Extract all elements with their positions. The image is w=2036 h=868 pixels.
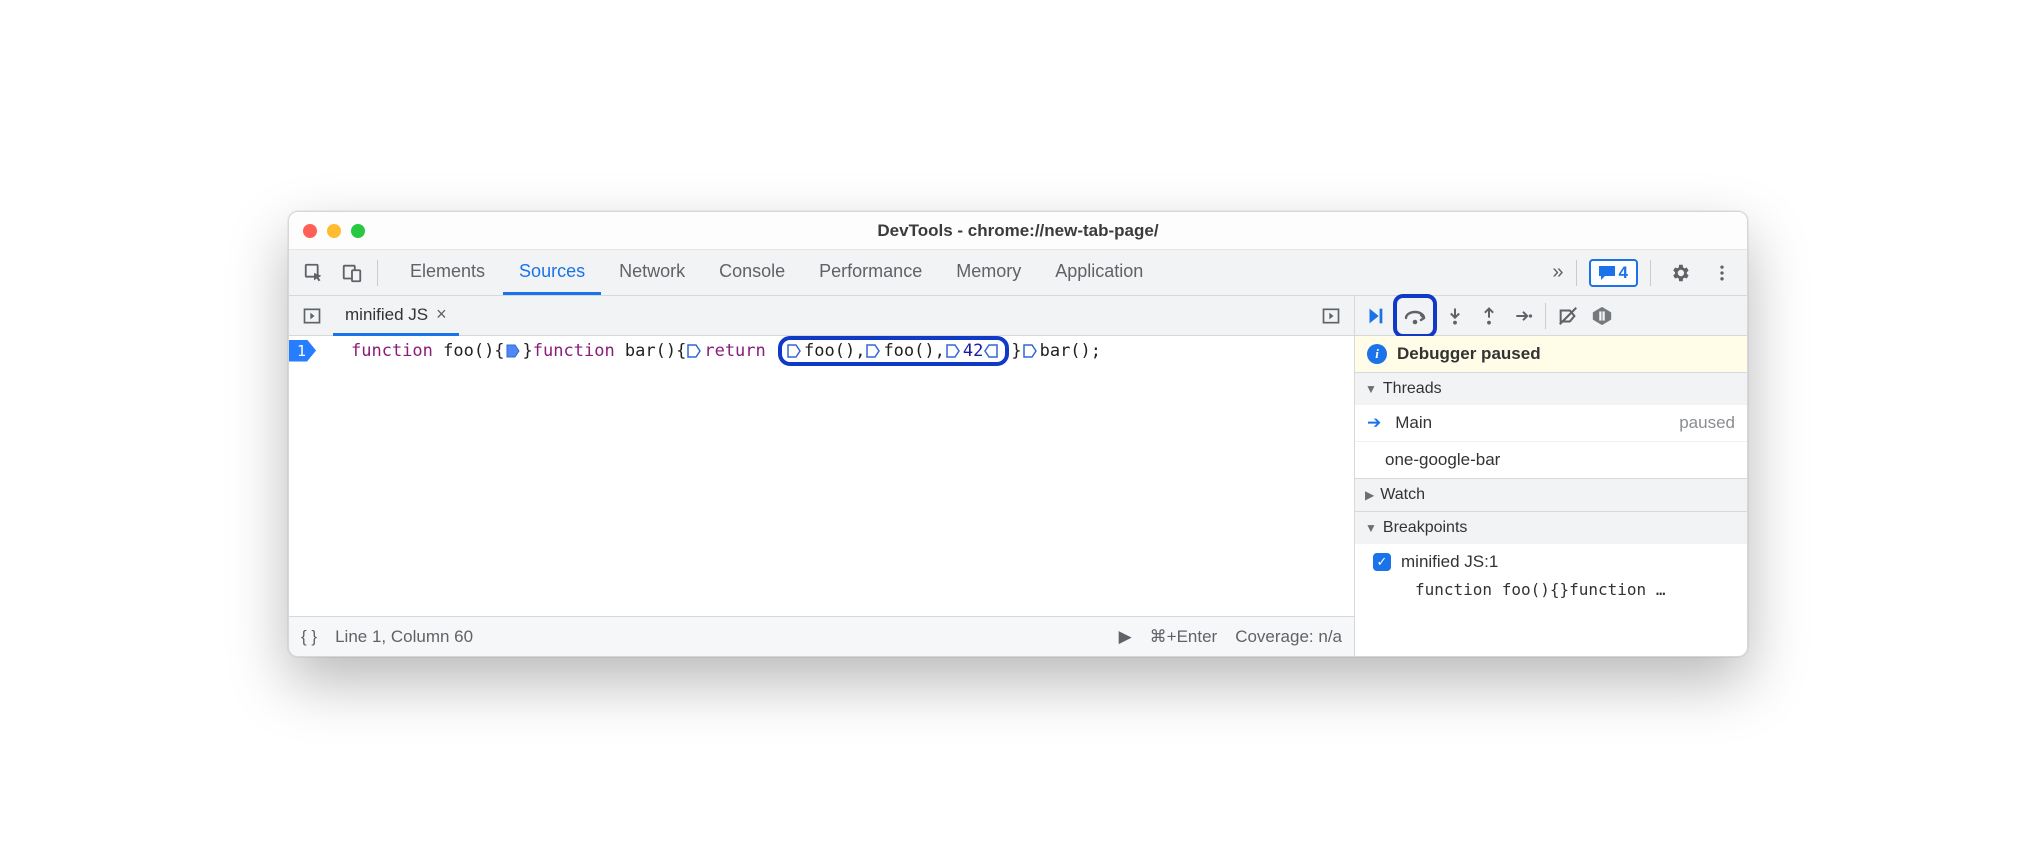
step-marker-end-icon — [983, 343, 999, 359]
debugger-toggle-icon[interactable] — [1314, 299, 1348, 333]
line-number-row: 1 — [289, 337, 316, 364]
step-into-button[interactable] — [1439, 300, 1471, 332]
banner-text: Debugger paused — [1397, 344, 1541, 364]
code-text: foo(), — [804, 341, 865, 361]
step-marker-icon — [1022, 343, 1038, 359]
step-marker-icon — [945, 343, 961, 359]
thread-label: one-google-bar — [1385, 450, 1500, 470]
keyword-function: function — [533, 341, 615, 361]
disclosure-triangle-icon: ▼ — [1365, 521, 1377, 535]
disclosure-triangle-icon: ▶ — [1365, 488, 1374, 502]
step-targets-highlight: foo(), foo(), 42 — [778, 336, 1009, 366]
close-tab-icon[interactable]: × — [436, 304, 447, 325]
devtools-window: DevTools - chrome://new-tab-page/ Elemen… — [288, 211, 1748, 657]
tab-application[interactable]: Application — [1039, 251, 1159, 295]
section-label: Threads — [1383, 380, 1442, 398]
file-tab-label: minified JS — [345, 305, 428, 325]
coverage-status[interactable]: Coverage: n/a — [1235, 627, 1342, 647]
more-tabs-button[interactable]: » — [1552, 261, 1563, 284]
code-text: } — [523, 341, 533, 361]
navigator-toggle-icon[interactable] — [295, 299, 329, 333]
shortcut-hint: ⌘+Enter — [1150, 627, 1218, 647]
issues-count: 4 — [1619, 263, 1628, 283]
toolbar-divider — [1545, 303, 1546, 329]
pause-on-exceptions-button[interactable] — [1586, 300, 1618, 332]
minimize-window-button[interactable] — [327, 224, 341, 238]
step-marker-icon — [865, 343, 881, 359]
traffic-lights — [303, 224, 365, 238]
code-text: bar(); — [1040, 341, 1101, 361]
code-line: function foo(){}function bar(){return fo… — [347, 337, 1101, 364]
keyword-return: return — [704, 341, 765, 361]
section-watch[interactable]: ▶ Watch — [1355, 478, 1747, 511]
code-number: 42 — [963, 341, 983, 361]
issues-badge[interactable]: 4 — [1589, 259, 1638, 287]
step-out-button[interactable] — [1473, 300, 1505, 332]
thread-item[interactable]: one-google-bar — [1355, 441, 1747, 478]
body-split: minified JS × 1 function foo(){}function… — [289, 296, 1747, 656]
tab-performance[interactable]: Performance — [803, 251, 938, 295]
code-text — [766, 341, 776, 361]
inspect-element-icon[interactable] — [297, 256, 331, 290]
toolbar-divider — [377, 260, 378, 286]
code-text: bar(){ — [615, 341, 687, 361]
pretty-print-button[interactable]: { } — [301, 627, 317, 647]
code-editor[interactable]: 1 function foo(){}function bar(){return … — [289, 336, 1354, 616]
settings-icon[interactable] — [1663, 256, 1697, 290]
code-text: foo(), — [883, 341, 944, 361]
section-breakpoints[interactable]: ▼ Breakpoints — [1355, 511, 1747, 544]
disclosure-triangle-icon: ▼ — [1365, 382, 1377, 396]
run-snippet-icon[interactable]: ▶ — [1119, 627, 1132, 647]
section-label: Watch — [1380, 486, 1425, 504]
thread-label: Main — [1395, 413, 1432, 433]
main-toolbar: Elements Sources Network Console Perform… — [289, 250, 1747, 296]
deactivate-breakpoints-button[interactable] — [1552, 300, 1584, 332]
keyword-function: function — [351, 341, 433, 361]
titlebar: DevTools - chrome://new-tab-page/ — [289, 212, 1747, 250]
step-marker-current-icon — [505, 343, 521, 359]
debugger-pane: i Debugger paused ▼ Threads ➔ Main pause… — [1355, 296, 1747, 656]
toolbar-right: » 4 — [1552, 256, 1739, 290]
cursor-position: Line 1, Column 60 — [335, 627, 473, 647]
device-toolbar-icon[interactable] — [335, 256, 369, 290]
step-button[interactable] — [1507, 300, 1539, 332]
file-tab[interactable]: minified JS × — [333, 296, 459, 336]
editor-statusbar: { } Line 1, Column 60 ▶ ⌘+Enter Coverage… — [289, 616, 1354, 656]
close-window-button[interactable] — [303, 224, 317, 238]
thread-main[interactable]: ➔ Main paused — [1355, 405, 1747, 441]
section-label: Breakpoints — [1383, 519, 1468, 537]
panel-tabs: Elements Sources Network Console Perform… — [394, 251, 1548, 295]
breakpoint-checkbox[interactable]: ✓ — [1373, 553, 1391, 571]
kebab-menu-icon[interactable] — [1705, 256, 1739, 290]
step-over-button[interactable] — [1399, 300, 1431, 332]
step-marker-icon — [786, 343, 802, 359]
toolbar-divider — [1650, 260, 1651, 286]
debugger-toolbar — [1355, 296, 1747, 336]
window-title: DevTools - chrome://new-tab-page/ — [289, 221, 1747, 241]
breakpoint-preview: function foo(){}function … — [1355, 580, 1747, 609]
breakpoint-label: minified JS:1 — [1401, 552, 1498, 572]
resume-button[interactable] — [1359, 300, 1391, 332]
step-marker-icon — [686, 343, 702, 359]
line-number-badge[interactable]: 1 — [289, 340, 316, 362]
code-text: } — [1011, 341, 1021, 361]
current-thread-icon: ➔ — [1367, 413, 1381, 433]
step-over-highlight — [1393, 294, 1437, 338]
section-threads[interactable]: ▼ Threads — [1355, 372, 1747, 405]
zoom-window-button[interactable] — [351, 224, 365, 238]
tab-network[interactable]: Network — [603, 251, 701, 295]
editor-pane: minified JS × 1 function foo(){}function… — [289, 296, 1355, 656]
toolbar-divider — [1576, 260, 1577, 286]
tab-memory[interactable]: Memory — [940, 251, 1037, 295]
tab-console[interactable]: Console — [703, 251, 801, 295]
thread-status: paused — [1679, 413, 1735, 433]
tab-sources[interactable]: Sources — [503, 251, 601, 295]
debugger-paused-banner: i Debugger paused — [1355, 336, 1747, 372]
file-tabbar: minified JS × — [289, 296, 1354, 336]
code-text: foo(){ — [433, 341, 505, 361]
info-icon: i — [1367, 344, 1387, 364]
breakpoint-item[interactable]: ✓ minified JS:1 — [1355, 544, 1747, 580]
tab-elements[interactable]: Elements — [394, 251, 501, 295]
